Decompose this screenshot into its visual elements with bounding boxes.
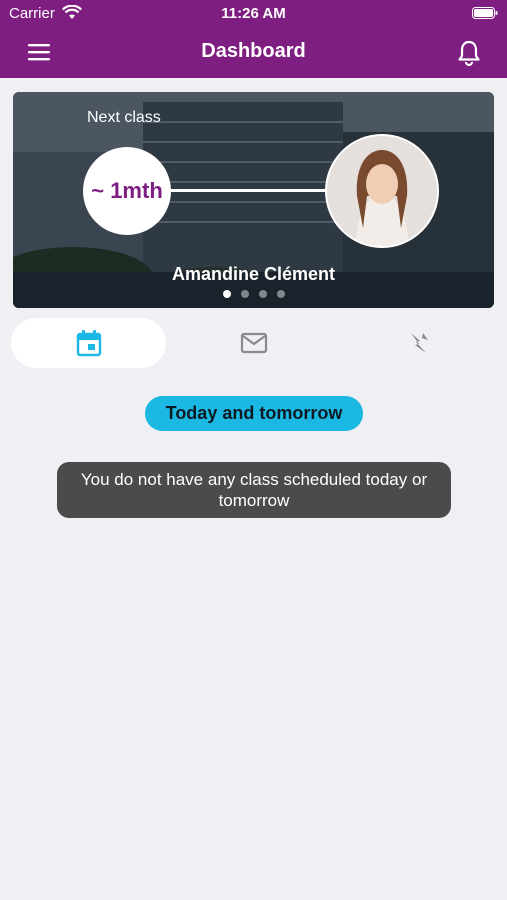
navigation-bar: Dashboard — [0, 28, 507, 78]
status-time: 11:26 AM — [221, 5, 286, 22]
next-class-card[interactable]: Next class ~ 1mth Amandine Clément — [13, 92, 494, 308]
page-dot[interactable] — [258, 290, 267, 298]
empty-state-text: You do not have any class scheduled toda… — [80, 470, 428, 510]
countdown-text: ~ 1mth — [91, 178, 163, 203]
tab-activity[interactable] — [341, 318, 496, 368]
mail-icon — [240, 332, 267, 354]
empty-state-message: You do not have any class scheduled toda… — [57, 462, 451, 518]
next-class-label: Next class — [87, 109, 161, 126]
tab-calendar[interactable] — [11, 318, 166, 368]
filter-label: Today and tomorrow — [165, 403, 343, 423]
page-dot[interactable] — [222, 290, 231, 298]
connector-line — [170, 189, 325, 192]
lightning-icon — [410, 333, 428, 353]
teacher-name: Amandine Clément — [171, 264, 336, 284]
filter-today-tomorrow[interactable]: Today and tomorrow — [145, 396, 363, 431]
bell-icon[interactable] — [455, 39, 483, 67]
page-dot[interactable] — [276, 290, 285, 298]
status-bar: Carrier 11:26 AM — [0, 0, 507, 28]
tab-messages[interactable] — [176, 318, 331, 368]
battery-icon — [472, 7, 498, 19]
section-tabs — [0, 318, 507, 368]
carousel-pagination[interactable] — [13, 290, 494, 298]
countdown-badge: ~ 1mth — [83, 147, 171, 235]
page-dot[interactable] — [240, 290, 249, 298]
page-title: Dashboard — [201, 40, 306, 62]
teacher-avatar — [325, 134, 439, 248]
calendar-icon — [76, 330, 101, 357]
